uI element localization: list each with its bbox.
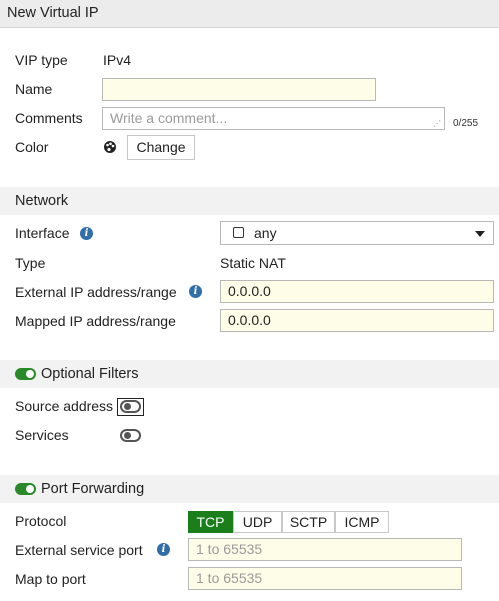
interface-label: Interface (15, 225, 70, 241)
mapped-ip-label: Mapped IP address/range (15, 313, 176, 329)
source-address-toggle-focus[interactable] (117, 398, 144, 416)
external-ip-value: 0.0.0.0 (228, 283, 271, 299)
services-toggle[interactable] (120, 429, 141, 442)
mapped-ip-input[interactable]: 0.0.0.0 (220, 309, 494, 332)
source-address-label: Source address (15, 398, 114, 414)
map-to-port-label: Map to port (15, 571, 86, 587)
comments-placeholder: Write a comment... (110, 110, 228, 126)
external-service-port-label: External service port (15, 542, 143, 558)
color-label: Color (15, 139, 49, 155)
dialog-title: New Virtual IP (7, 5, 99, 21)
map-to-port-input[interactable]: 1 to 65535 (188, 567, 462, 590)
protocol-tcp-button[interactable]: TCP (188, 511, 233, 533)
optional-filters-toggle[interactable] (15, 368, 36, 380)
external-ip-label: External IP address/range (15, 284, 177, 300)
protocol-sctp-button[interactable]: SCTP (282, 511, 335, 533)
external-ip-input[interactable]: 0.0.0.0 (220, 280, 494, 303)
comments-counter: 0/255 (453, 118, 479, 129)
port-forwarding-header-text: Port Forwarding (41, 481, 145, 497)
protocol-icmp-button[interactable]: ICMP (335, 511, 389, 533)
name-label: Name (15, 81, 53, 97)
change-color-button[interactable]: Change (127, 135, 195, 160)
map-to-port-placeholder: 1 to 65535 (196, 570, 263, 586)
port-forwarding-toggle[interactable] (15, 483, 36, 495)
protocol-label: Protocol (15, 513, 67, 529)
external-port-placeholder: 1 to 65535 (196, 541, 263, 557)
interface-select[interactable]: any (220, 221, 494, 245)
name-input[interactable] (102, 78, 376, 101)
type-value: Static NAT (220, 255, 286, 271)
mapped-ip-value: 0.0.0.0 (228, 312, 271, 328)
type-label: Type (15, 255, 46, 271)
vip-type-label: VIP type (15, 52, 68, 68)
comments-textarea[interactable]: Write a comment... ⋰ (102, 107, 445, 130)
external-service-port-input[interactable]: 1 to 65535 (188, 538, 462, 561)
interface-info-icon[interactable]: i (80, 227, 93, 240)
external-port-info-icon[interactable]: i (157, 543, 170, 556)
network-header-text: Network (15, 193, 69, 209)
source-address-toggle[interactable] (120, 400, 141, 413)
comments-label: Comments (15, 110, 83, 126)
vip-type-value: IPv4 (103, 52, 132, 68)
protocol-udp-button[interactable]: UDP (233, 511, 282, 533)
port-forwarding-section-header: Port Forwarding (0, 475, 499, 503)
services-label: Services (15, 427, 69, 443)
interface-select-value: any (254, 225, 277, 241)
chevron-down-icon (475, 231, 485, 237)
dialog-title-bar: New Virtual IP (0, 0, 499, 28)
external-ip-info-icon[interactable]: i (189, 285, 202, 298)
optional-filters-header-text: Optional Filters (41, 366, 139, 382)
network-section-header: Network (0, 187, 499, 215)
optional-filters-section-header: Optional Filters (0, 360, 499, 388)
color-palette-icon (103, 140, 117, 154)
interface-checkbox-icon (233, 227, 244, 238)
resize-handle-icon[interactable]: ⋰ (433, 119, 441, 128)
